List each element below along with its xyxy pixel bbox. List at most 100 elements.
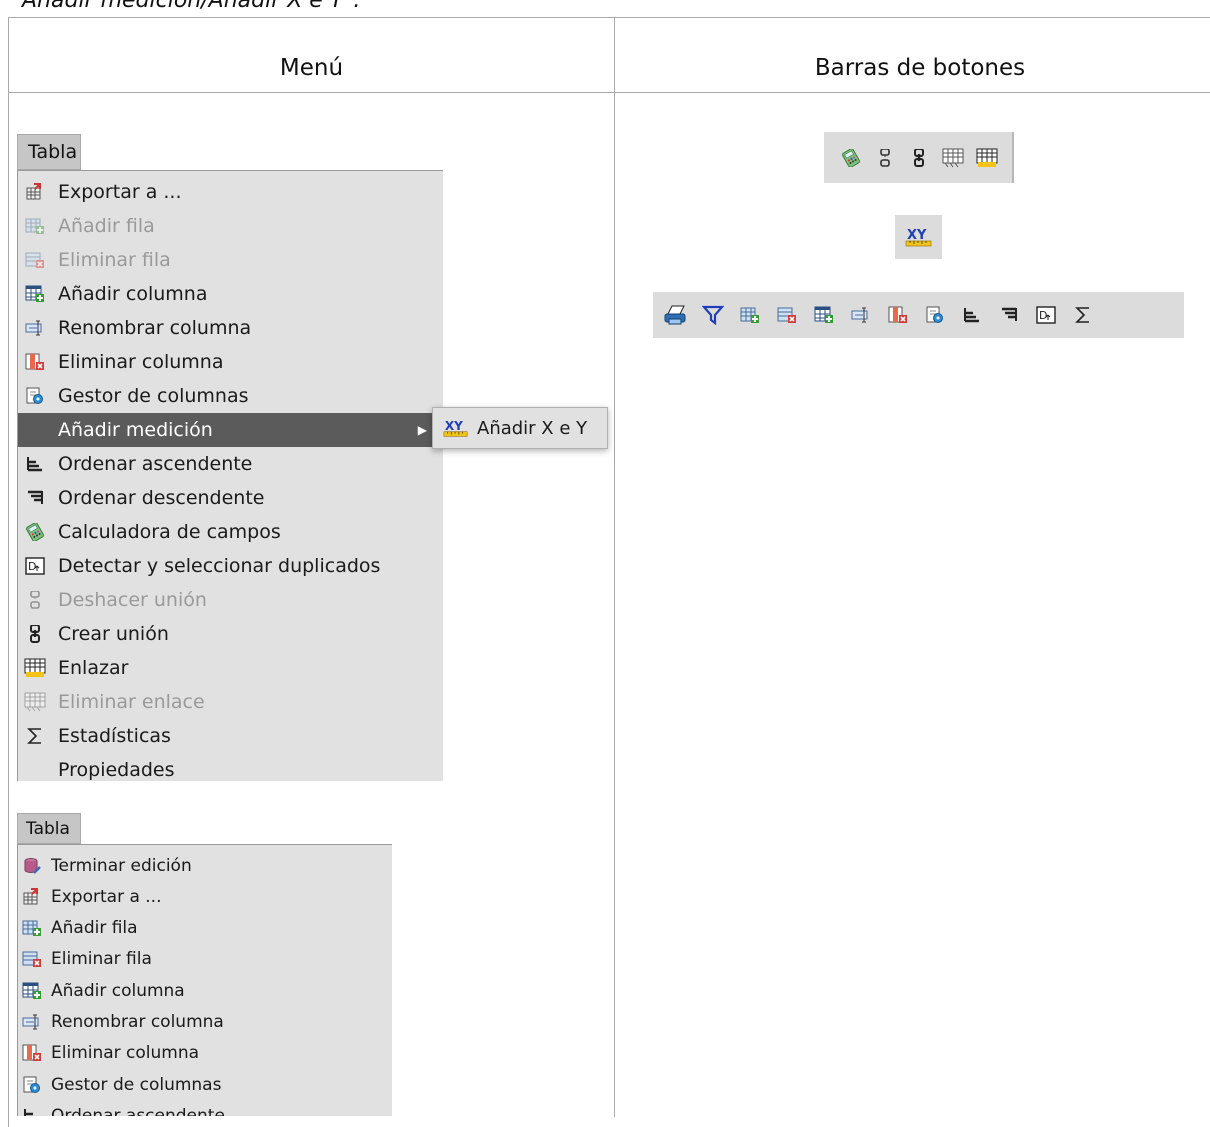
menu-item-label: Eliminar fila	[51, 949, 152, 970]
menu-item-label: Renombrar columna	[51, 1012, 224, 1032]
xy-button[interactable]: XY	[902, 220, 936, 254]
submenu-arrow-icon: ▶	[417, 423, 427, 437]
delete-column-button[interactable]	[879, 298, 916, 332]
export-icon	[22, 887, 42, 906]
stop-edit-icon	[22, 857, 42, 875]
empty-icon-slot	[24, 760, 46, 780]
menu-item-9[interactable]: Ordenar ascendente	[18, 1100, 392, 1116]
menu-item-6[interactable]: Renombrar columna	[18, 1007, 392, 1038]
duplicates-button[interactable]: D	[1027, 298, 1064, 332]
unlink-button[interactable]	[936, 141, 970, 175]
toolbar-xy: XY	[895, 215, 942, 259]
delete-column-icon	[22, 1044, 42, 1062]
menu-item-label: Añadir medición	[58, 419, 213, 441]
menu-item-11[interactable]: Calculadora de campos	[18, 515, 443, 549]
menu-item-7[interactable]: Gestor de columnas	[18, 379, 443, 413]
add-column-icon	[22, 982, 42, 1000]
menu-item-label: Ordenar ascendente	[51, 1105, 225, 1116]
caption: Añadir medición/Añadir X e Y".	[22, 0, 361, 13]
menu-item-label: Gestor de columnas	[58, 385, 249, 407]
empty-icon-slot	[24, 420, 46, 440]
sort-descending-icon	[24, 488, 46, 508]
unjoin-icon	[24, 590, 46, 610]
menu-item-label: Renombrar columna	[58, 317, 252, 339]
menu-item-1[interactable]: Terminar edición	[18, 850, 392, 881]
sort-ascending-button[interactable]	[953, 298, 990, 332]
menu-item-8[interactable]: Gestor de columnas	[18, 1069, 392, 1100]
export-icon	[24, 182, 46, 202]
menu-item-18[interactable]: Propiedades	[18, 753, 443, 781]
menu-item-label: Enlazar	[58, 657, 129, 679]
menu-item-label: Ordenar ascendente	[58, 453, 253, 475]
unjoin-button[interactable]	[868, 141, 902, 175]
column-manager-button[interactable]	[916, 298, 953, 332]
menu-item-label: Calculadora de campos	[58, 521, 281, 543]
menu-item-8[interactable]: Añadir medición ▶	[18, 413, 443, 447]
menu-item-label: Gestor de columnas	[51, 1074, 222, 1095]
menu-item-12[interactable]: D Detectar y seleccionar duplicados	[18, 549, 443, 583]
link-button[interactable]	[970, 141, 1004, 175]
duplicates-icon: D	[1035, 306, 1056, 324]
add-row-icon	[24, 216, 46, 236]
xy-icon: XY	[905, 226, 933, 248]
menu-item-2[interactable]: Añadir fila	[18, 209, 443, 243]
menu-item-9[interactable]: Ordenar ascendente	[18, 447, 443, 481]
sigma-button[interactable]	[1064, 298, 1101, 332]
menu-item-label: Eliminar columna	[58, 351, 224, 373]
column-manager-icon	[24, 386, 46, 406]
join-button[interactable]	[902, 141, 936, 175]
join-icon	[909, 148, 929, 167]
sigma-icon	[1073, 306, 1093, 324]
submenu-item-add-xy[interactable]: XY Añadir X e Y	[432, 407, 608, 449]
menu-item-label: Exportar a ...	[51, 886, 162, 907]
link-icon	[976, 148, 998, 168]
menu-item-16[interactable]: Eliminar enlace	[18, 685, 443, 719]
join-icon	[24, 624, 46, 644]
menu-item-label: Propiedades	[58, 759, 175, 781]
menu-item-label: Eliminar columna	[51, 1043, 200, 1064]
menu-item-label: Deshacer unión	[58, 589, 207, 611]
menu-item-7[interactable]: Eliminar columna	[18, 1038, 392, 1069]
sort-descending-icon	[999, 306, 1019, 324]
sort-descending-button[interactable]	[990, 298, 1027, 332]
menu-item-6[interactable]: Eliminar columna	[18, 345, 443, 379]
filter-button[interactable]	[694, 298, 731, 332]
toolbar-join	[824, 132, 1014, 183]
menu-item-4[interactable]: Añadir columna	[18, 277, 443, 311]
menu-item-13[interactable]: Deshacer unión	[18, 583, 443, 617]
menu-item-3[interactable]: Eliminar fila	[18, 243, 443, 277]
toolbar-table: D	[653, 292, 1184, 338]
add-column-icon	[814, 306, 834, 324]
header-bars: Barras de botones	[814, 55, 1026, 81]
menu-title-tabla[interactable]: Tabla	[17, 134, 81, 170]
calculator-icon	[24, 522, 46, 542]
menu-item-label: Añadir fila	[51, 918, 138, 939]
rename-column-button[interactable]	[842, 298, 879, 332]
add-column-button[interactable]	[805, 298, 842, 332]
add-row-button[interactable]	[731, 298, 768, 332]
delete-row-button[interactable]	[768, 298, 805, 332]
unlink-icon	[942, 148, 964, 168]
menu-item-17[interactable]: Estadísticas	[18, 719, 443, 753]
print-icon	[664, 304, 688, 326]
menu-item-5[interactable]: Renombrar columna	[18, 311, 443, 345]
delete-column-icon	[888, 306, 908, 324]
menu-item-5[interactable]: Añadir columna	[18, 975, 392, 1006]
add-row-icon	[22, 919, 42, 937]
menu-item-3[interactable]: Añadir fila	[18, 913, 392, 944]
sort-ascending-icon	[962, 306, 982, 324]
calculator-button[interactable]	[834, 141, 868, 175]
print-button[interactable]	[657, 298, 694, 332]
menu-item-1[interactable]: Exportar a ...	[18, 175, 443, 209]
menu-item-14[interactable]: Crear unión	[18, 617, 443, 651]
rename-column-icon	[22, 1013, 42, 1031]
menu-item-10[interactable]: Ordenar descendente	[18, 481, 443, 515]
duplicates-icon: D	[24, 556, 46, 576]
menu-item-4[interactable]: Eliminar fila	[18, 944, 392, 975]
menu-item-2[interactable]: Exportar a ...	[18, 881, 392, 912]
menu-title-tabla-edit[interactable]: Tabla	[17, 813, 81, 844]
xy-icon: XY	[443, 417, 469, 439]
menu-item-label: Estadísticas	[58, 725, 171, 747]
menu-item-label: Detectar y seleccionar duplicados	[58, 555, 381, 577]
menu-item-15[interactable]: Enlazar	[18, 651, 443, 685]
